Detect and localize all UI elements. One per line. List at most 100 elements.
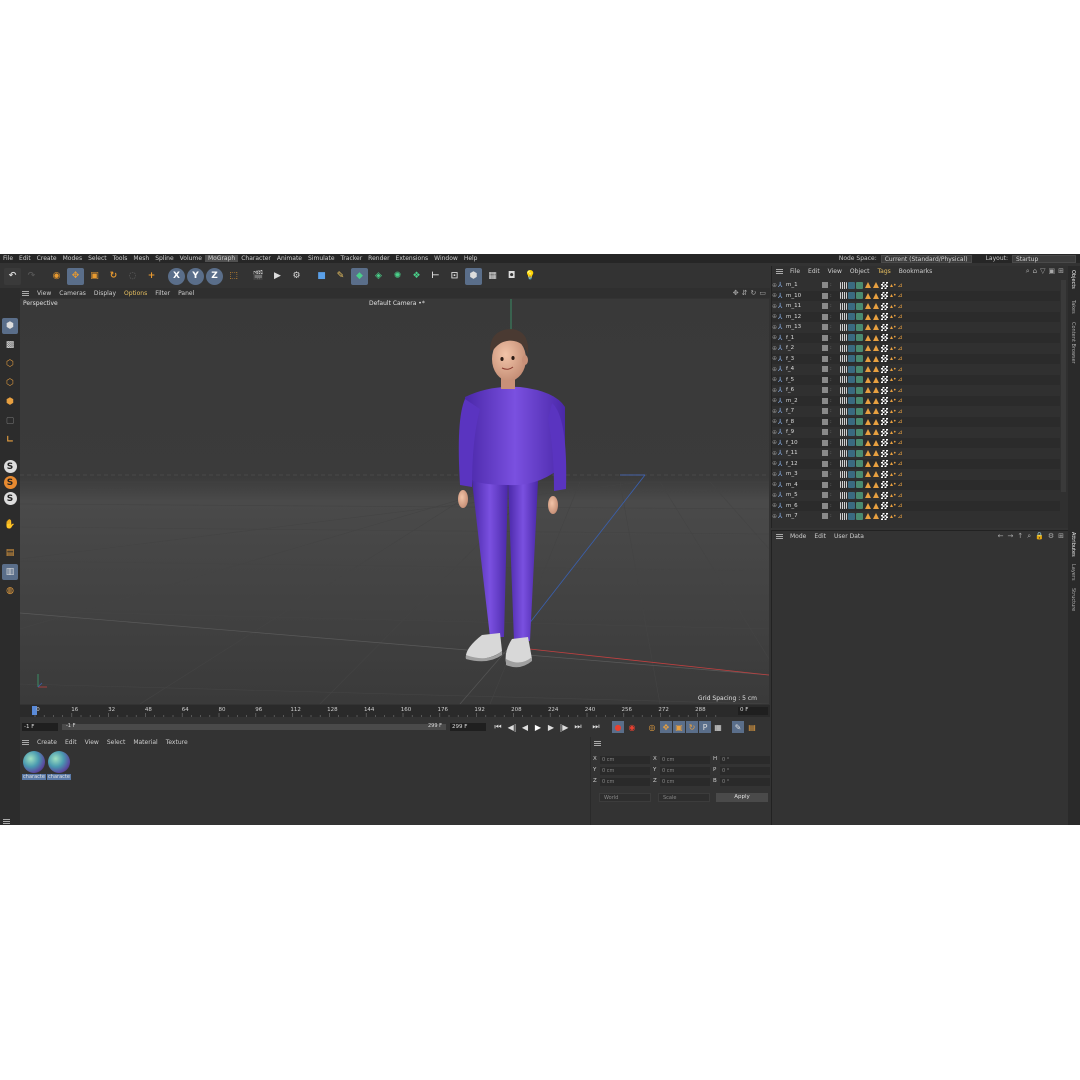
texture-tag-icon[interactable] (881, 313, 888, 321)
previous-key-icon[interactable]: ◀| (506, 721, 518, 733)
cloner-icon[interactable]: ✺ (389, 268, 406, 285)
home-icon[interactable]: ⌂ (1033, 267, 1037, 276)
material-menu-edit[interactable]: Edit (61, 739, 81, 746)
visibility-checkbox[interactable] (822, 460, 828, 467)
object-row[interactable]: ⊕ ⅄ m_11: ▴• ⊿ (772, 301, 1060, 312)
visibility-dots-icon[interactable]: : (830, 419, 834, 425)
current-frame-field[interactable]: 0 F (738, 707, 768, 715)
smoothing-tag-icon[interactable]: ⊿ (898, 471, 903, 478)
tab-layers[interactable]: Layers (1070, 564, 1076, 581)
scene-icon[interactable]: ⬢ (465, 267, 482, 285)
material-menu-select[interactable]: Select (103, 739, 130, 746)
selection-tag-icon[interactable]: ▴• (890, 439, 897, 446)
skin-tag-icon[interactable] (865, 303, 871, 310)
menu-render[interactable]: Render (365, 255, 392, 262)
weight-tag-icon[interactable] (840, 407, 847, 415)
material-menu-texture[interactable]: Texture (162, 739, 192, 746)
solo-icon[interactable]: ◍ (2, 583, 18, 599)
tab-content-browser[interactable]: Content Browser (1070, 322, 1076, 364)
texture-tag-icon[interactable] (881, 491, 888, 499)
smoothing-tag-icon[interactable]: ⊿ (898, 513, 903, 520)
previous-frame-icon[interactable]: ◀ (519, 721, 531, 733)
material-tag-icon[interactable] (848, 470, 855, 478)
material-tag-icon[interactable] (856, 355, 863, 363)
texture-tag-icon[interactable] (881, 397, 888, 405)
texture-tag-icon[interactable] (881, 281, 888, 289)
filter-icon[interactable]: ▽ (1040, 267, 1045, 276)
material-tag-icon[interactable] (856, 313, 863, 321)
object-menu-view[interactable]: View (824, 268, 846, 275)
mograph-icon[interactable]: ❖ (408, 268, 425, 285)
weight-tag-icon[interactable] (840, 292, 847, 300)
skin-tag-icon[interactable] (865, 355, 871, 362)
viewport-menu-panel[interactable]: Panel (174, 290, 198, 297)
object-row[interactable]: ⊕ ⅄ f_5: ▴• ⊿ (772, 374, 1060, 385)
visibility-dots-icon[interactable]: : (830, 293, 834, 299)
selection-tag-icon[interactable]: ▴• (890, 324, 897, 331)
skin-tag-icon[interactable] (865, 313, 871, 320)
apply-button[interactable]: Apply (716, 793, 768, 802)
skin-tag-icon[interactable] (873, 387, 879, 394)
weight-tag-icon[interactable] (840, 313, 847, 321)
skin-tag-icon[interactable] (865, 366, 871, 373)
visibility-checkbox[interactable] (822, 492, 828, 499)
snap-icon[interactable]: S (3, 460, 17, 473)
texture-tag-icon[interactable] (881, 470, 888, 478)
skin-tag-icon[interactable] (865, 387, 871, 394)
object-row[interactable]: ⊕ ⅄ m_10: ▴• ⊿ (772, 290, 1060, 301)
object-row[interactable]: ⊕ ⅄ f_7: ▴• ⊿ (772, 406, 1060, 417)
material-swatch[interactable]: characte (47, 751, 71, 780)
expand-icon[interactable]: ▣ (1049, 267, 1056, 276)
material-tag-icon[interactable] (856, 502, 863, 510)
weight-tag-icon[interactable] (840, 323, 847, 331)
position-x-field[interactable]: 0 cm (600, 756, 650, 764)
texture-tag-icon[interactable] (881, 407, 888, 415)
material-menu-create[interactable]: Create (33, 739, 61, 746)
rotation-key-icon[interactable]: ↻ (686, 721, 698, 733)
material-tag-icon[interactable] (848, 386, 855, 394)
visibility-dots-icon[interactable]: : (830, 282, 834, 288)
timeline-ruler[interactable]: 0 F 0 16 32 48 64 80 96 112 128 144 160 176 192 208 22… (20, 705, 770, 717)
material-tag-icon[interactable] (856, 365, 863, 373)
scale-z-field[interactable]: 0 cm (660, 778, 710, 786)
parameter-key-icon[interactable]: P (699, 721, 711, 733)
visibility-dots-icon[interactable]: : (830, 345, 834, 351)
skin-tag-icon[interactable] (873, 408, 879, 415)
object-row[interactable]: ⊕ ⅄ f_3: ▴• ⊿ (772, 353, 1060, 364)
material-tag-icon[interactable] (848, 439, 855, 447)
visibility-dots-icon[interactable]: : (830, 356, 834, 362)
menu-window[interactable]: Window (431, 255, 461, 262)
weight-tag-icon[interactable] (840, 512, 847, 520)
selection-tag-icon[interactable]: ▴• (890, 292, 897, 299)
tab-takes[interactable]: Takes (1070, 300, 1076, 314)
skin-tag-icon[interactable] (873, 345, 879, 352)
texture-tag-icon[interactable] (881, 428, 888, 436)
coordinate-system-icon[interactable]: ⬚ (225, 268, 242, 285)
skin-tag-icon[interactable] (873, 460, 879, 467)
visibility-checkbox[interactable] (822, 355, 828, 362)
new-window-icon[interactable]: ⊞ (1058, 267, 1064, 276)
skin-tag-icon[interactable] (865, 429, 871, 436)
extrude-icon[interactable]: ◈ (370, 268, 387, 285)
visibility-dots-icon[interactable]: : (830, 471, 834, 477)
field-icon[interactable]: ⊡ (446, 268, 463, 285)
skin-tag-icon[interactable] (873, 439, 879, 446)
selection-tag-icon[interactable]: ▴• (890, 408, 897, 415)
cube-icon[interactable]: ■ (313, 268, 330, 285)
perspective-viewport[interactable]: Perspective Default Camera •* Grid Spaci… (20, 299, 769, 704)
object-row[interactable]: ⊕ ⅄ f_12: ▴• ⊿ (772, 458, 1060, 469)
skin-tag-icon[interactable] (873, 492, 879, 499)
visibility-dots-icon[interactable]: : (830, 366, 834, 372)
selection-tag-icon[interactable]: ▴• (890, 471, 897, 478)
object-row[interactable]: ⊕ ⅄ m_2: ▴• ⊿ (772, 395, 1060, 406)
object-menu-object[interactable]: Object (846, 268, 874, 275)
coordinate-menu-icon[interactable] (594, 741, 601, 746)
object-menu-icon[interactable] (776, 269, 783, 274)
visibility-dots-icon[interactable]: : (830, 450, 834, 456)
material-tag-icon[interactable] (848, 292, 855, 300)
skin-tag-icon[interactable] (865, 492, 871, 499)
weight-tag-icon[interactable] (840, 460, 847, 468)
viewport-menu-filter[interactable]: Filter (151, 290, 174, 297)
coordinate-mode-dropdown[interactable]: Scale (658, 793, 710, 802)
scale-key-icon[interactable]: ▣ (673, 721, 685, 733)
